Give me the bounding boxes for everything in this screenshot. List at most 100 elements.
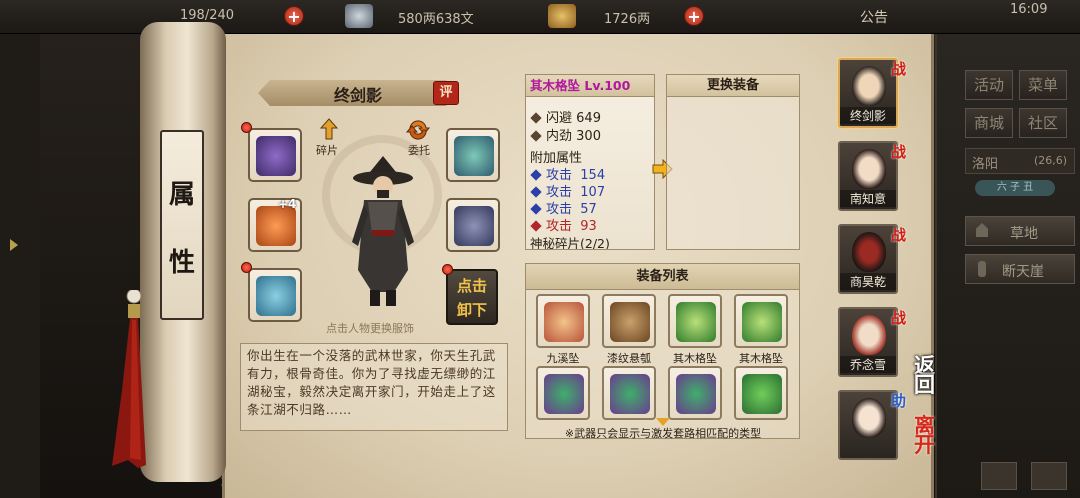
slot-armor[interactable] bbox=[446, 198, 500, 252]
swap-equipment-panel: 更换装备 bbox=[666, 74, 800, 250]
location-bar: 洛阳 (26,6) bbox=[965, 148, 1075, 174]
activity-button[interactable]: 活动 bbox=[965, 70, 1013, 100]
location-coords: (26,6) bbox=[1034, 154, 1068, 167]
stat-row: 闪避 649 bbox=[530, 107, 601, 126]
character-portrait[interactable] bbox=[328, 150, 438, 315]
fragment-status: 神秘碎片(2/2) bbox=[530, 236, 610, 250]
place-cliff[interactable]: 断天崖 bbox=[965, 254, 1075, 284]
add-bag-button[interactable]: + bbox=[284, 6, 304, 26]
hero-name: 南知意 bbox=[840, 190, 896, 207]
hero-avatar bbox=[852, 66, 886, 106]
tab-char: 属 bbox=[168, 180, 195, 210]
community-button[interactable]: 社区 bbox=[1019, 108, 1067, 138]
item-attribute-panel: 其木格坠 Lv.100 闪避 649 内劲 300 附加属性 攻击 154 攻击… bbox=[525, 74, 655, 250]
menu-button[interactable]: 菜单 bbox=[1019, 70, 1067, 100]
hat-icon bbox=[454, 136, 494, 176]
hero-name: 终剑影 bbox=[840, 107, 896, 124]
equip-item-label: 其木格坠 bbox=[739, 352, 783, 365]
sword-icon bbox=[256, 206, 296, 246]
slot-hat[interactable] bbox=[446, 128, 500, 182]
location-name: 洛阳 bbox=[972, 157, 999, 172]
stat-value: 93 bbox=[580, 219, 597, 234]
attribute-tab[interactable]: 属 性 bbox=[160, 130, 204, 320]
unequip-line: 点击 bbox=[456, 277, 487, 295]
equip-item-label: 漆纹悬瓠 bbox=[607, 352, 651, 365]
unequip-line: 卸下 bbox=[456, 301, 487, 319]
equip-item[interactable] bbox=[602, 366, 656, 420]
hero-avatar bbox=[852, 398, 886, 438]
hero-avatar bbox=[852, 315, 886, 355]
jade-pendant-icon bbox=[742, 302, 782, 342]
hero-card[interactable]: 商昊乾 bbox=[838, 224, 898, 294]
jade-pendant-icon bbox=[676, 302, 716, 342]
hero-tag: 战 bbox=[891, 143, 907, 161]
item-count: 198/240 bbox=[180, 8, 235, 23]
alert-dot bbox=[241, 122, 252, 133]
equipment-note: ※武器只会显示与激发套路相匹配的类型 bbox=[564, 427, 762, 440]
calendar-bar: 六 子 丑 bbox=[975, 180, 1055, 196]
back-button[interactable]: 返回 bbox=[914, 355, 938, 395]
swap-title: 更换装备 bbox=[667, 75, 799, 97]
tab-char: 性 bbox=[168, 248, 195, 278]
hero-card[interactable]: 南知意 bbox=[838, 141, 898, 211]
leave-button[interactable]: 离开 bbox=[914, 415, 938, 455]
silver-amount: 580两638文 bbox=[398, 12, 474, 27]
alert-dot bbox=[241, 262, 252, 273]
hero-avatar bbox=[852, 149, 886, 189]
equip-item[interactable] bbox=[668, 294, 722, 348]
place-grass[interactable]: 草地 bbox=[965, 216, 1075, 246]
notice-button[interactable]: 公告 bbox=[860, 7, 888, 27]
hero-avatar bbox=[852, 232, 886, 272]
clock: 16:09 bbox=[1010, 2, 1048, 17]
fragment-icon[interactable] bbox=[318, 118, 340, 140]
tassel-icon bbox=[112, 290, 146, 468]
corner-button[interactable] bbox=[1031, 462, 1067, 490]
silver-icon bbox=[345, 4, 373, 28]
gold-amount: 1726两 bbox=[604, 12, 651, 27]
equip-item[interactable] bbox=[734, 294, 788, 348]
weapon-level: +4 bbox=[278, 197, 297, 211]
left-edge bbox=[0, 34, 40, 498]
hero-name: 商昊乾 bbox=[840, 273, 896, 290]
hero-card[interactable]: 终剑影 bbox=[838, 58, 898, 128]
stat-name: 闪避 bbox=[546, 111, 573, 126]
unequip-button[interactable]: 点击 卸下 bbox=[446, 269, 498, 325]
equip-item[interactable] bbox=[734, 366, 788, 420]
add-gold-button[interactable]: + bbox=[684, 6, 704, 26]
equip-item[interactable] bbox=[536, 366, 590, 420]
hero-tag: 战 bbox=[891, 226, 907, 244]
place-label: 草地 bbox=[1010, 226, 1038, 242]
corner-button[interactable] bbox=[981, 462, 1017, 490]
stat-row: 内劲 300 bbox=[530, 125, 601, 144]
hero-card[interactable] bbox=[838, 390, 898, 460]
pendant-icon bbox=[544, 302, 584, 342]
equip-item-label: 其木格坠 bbox=[673, 352, 717, 365]
gourd-icon bbox=[610, 302, 650, 342]
expand-arrow-icon[interactable] bbox=[10, 239, 18, 251]
hero-tag: 战 bbox=[891, 60, 907, 78]
rate-button[interactable]: 评 bbox=[433, 81, 459, 105]
jade-pendant-icon bbox=[676, 374, 716, 414]
equip-item[interactable] bbox=[536, 294, 590, 348]
equip-item-label: 九溪坠 bbox=[546, 352, 580, 365]
change-outfit-hint: 点击人物更换服饰 bbox=[326, 322, 414, 335]
hero-tag: 战 bbox=[891, 309, 907, 327]
jade-pendant-icon bbox=[742, 374, 782, 414]
slot-ring[interactable] bbox=[248, 268, 302, 322]
stat-name: 攻击 bbox=[546, 219, 573, 234]
alert-dot bbox=[442, 264, 453, 275]
jade-pendant-icon bbox=[610, 374, 650, 414]
cloak-icon bbox=[256, 136, 296, 176]
person-icon bbox=[978, 261, 986, 277]
shop-button[interactable]: 商城 bbox=[965, 108, 1013, 138]
hero-card[interactable]: 乔念雪 bbox=[838, 307, 898, 377]
hero-name: 乔念雪 bbox=[840, 356, 896, 373]
stat-name: 内劲 bbox=[546, 129, 573, 144]
slot-cloak[interactable] bbox=[248, 128, 302, 182]
entrust-icon[interactable] bbox=[405, 118, 431, 142]
place-label: 断天崖 bbox=[1002, 264, 1044, 280]
equip-item[interactable] bbox=[602, 294, 656, 348]
character-name: 终剑影 bbox=[333, 86, 382, 105]
character-description: 你出生在一个没落的武林世家，你天生孔武有力，根骨奇佳。你为了寻找虚无缥缈的江湖秘… bbox=[240, 343, 508, 431]
equip-item[interactable] bbox=[668, 366, 722, 420]
